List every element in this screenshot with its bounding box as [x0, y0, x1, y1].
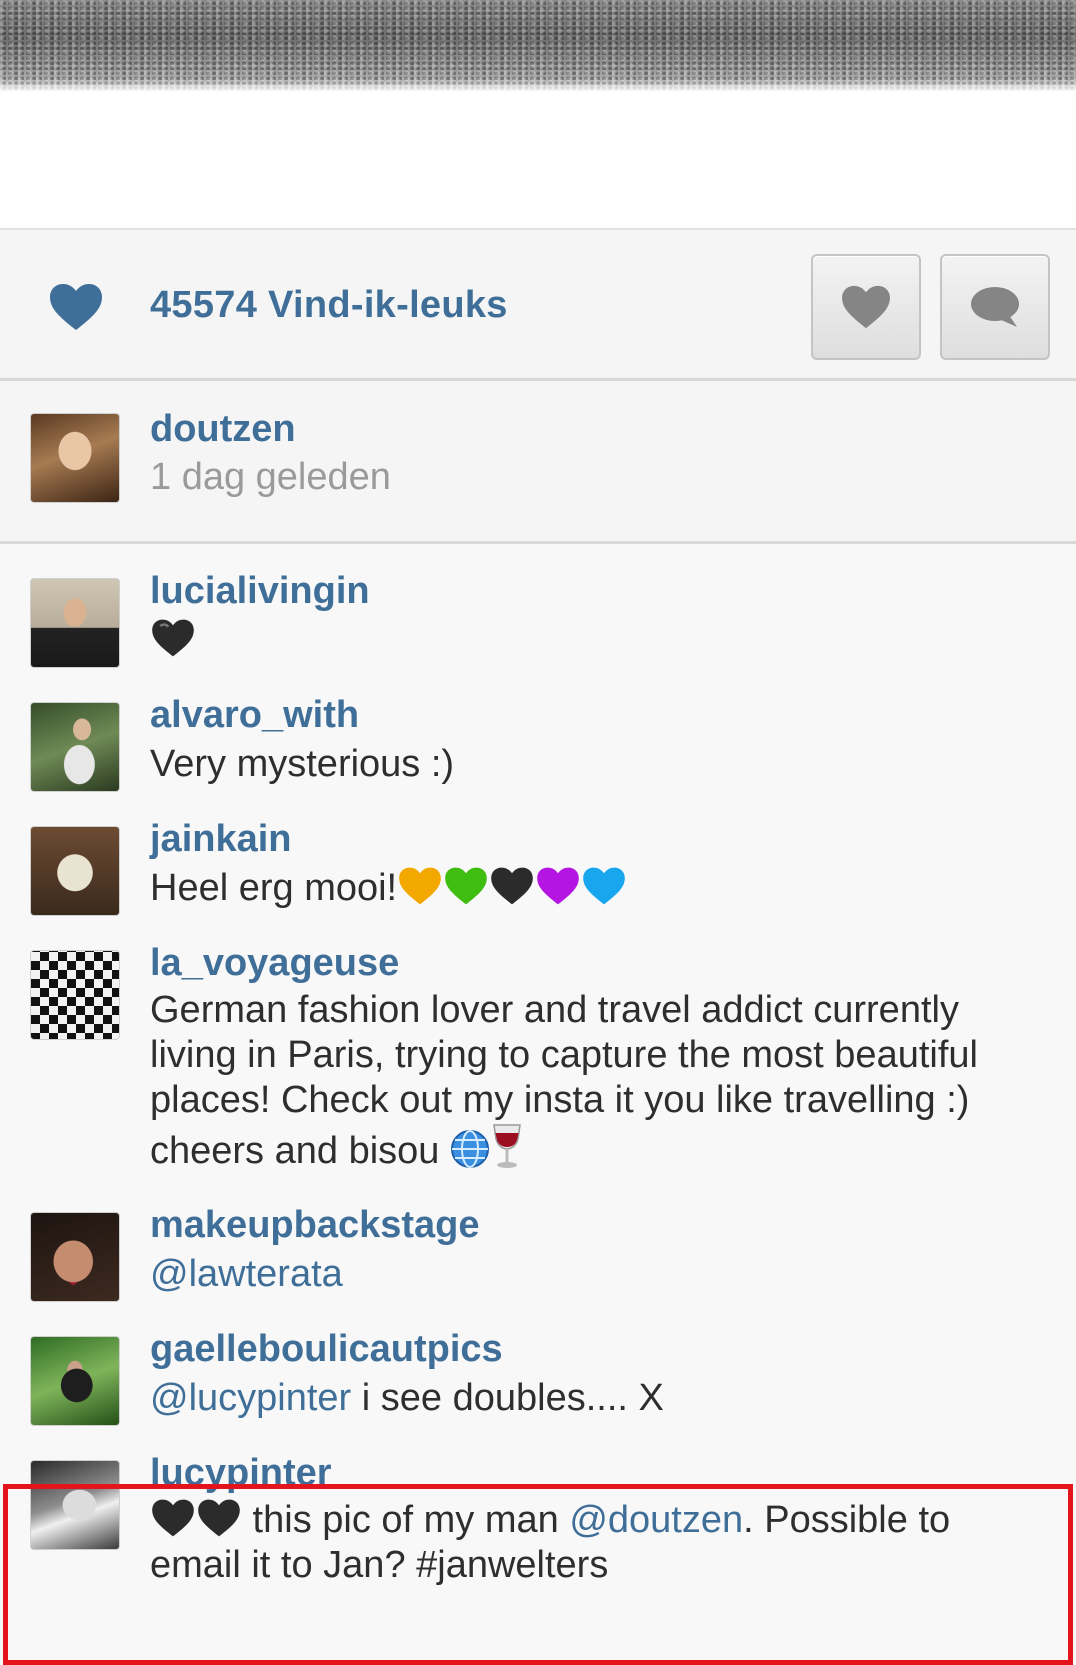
comment-text: Heel erg mooi! [150, 864, 1050, 912]
comment-item: jainkain Heel erg mooi! [0, 792, 1076, 916]
comment-username[interactable]: alvaro_with [150, 692, 359, 738]
comment-item: lucypinter this pic of my man @doutzen. … [0, 1426, 1076, 1665]
mention-link[interactable]: @lucypinter [150, 1377, 351, 1419]
comment-username[interactable]: jainkain [150, 816, 292, 862]
comment-text: @lucypinter i see doubles.... X [150, 1374, 1050, 1422]
comment-username[interactable]: lucypinter [150, 1450, 332, 1496]
comments-list: lucialivingin alvaro_with Very mysteriou… [0, 544, 1076, 1665]
comment-body: German fashion lover and travel addict c… [150, 989, 978, 1172]
comment-text: @lawterata [150, 1250, 1050, 1298]
mention-link[interactable]: @doutzen [569, 1499, 743, 1541]
comment-username[interactable]: lucialivingin [150, 568, 370, 614]
black-heart-icon [152, 619, 194, 657]
likes-count[interactable]: 45574 Vind-ik-leuks [150, 282, 508, 328]
comment-item: alvaro_with Very mysterious :) [0, 668, 1076, 792]
comment-body: this pic of my man [242, 1499, 570, 1541]
comment-item: gaelleboulicautpics @lucypinter i see do… [0, 1302, 1076, 1426]
comment-item: lucialivingin [0, 544, 1076, 668]
heart-icon [50, 284, 102, 330]
avatar[interactable] [30, 826, 120, 916]
black-heart-icon [491, 867, 533, 905]
comment-body: i see doubles.... X [351, 1377, 664, 1419]
blue-heart-icon [583, 867, 625, 905]
yellow-heart-icon [399, 867, 441, 905]
heart-icon [842, 285, 890, 329]
avatar[interactable] [30, 1336, 120, 1426]
comment-text: Very mysterious :) [150, 743, 455, 785]
wine-glass-icon [493, 1124, 521, 1168]
purple-heart-icon [537, 867, 579, 905]
caption-username[interactable]: doutzen [150, 406, 296, 452]
globe-icon [450, 1130, 489, 1168]
caption-header: doutzen 1 dag geleden [0, 381, 1076, 544]
avatar[interactable] [30, 950, 120, 1040]
comment-button[interactable] [940, 254, 1050, 360]
post-timestamp: 1 dag geleden [150, 456, 391, 498]
avatar[interactable] [30, 578, 120, 668]
comment-body: Heel erg mooi! [150, 867, 398, 909]
black-heart-icon [152, 1499, 194, 1537]
likes-bar: 45574 Vind-ik-leuks [0, 228, 1076, 381]
photo-fade [0, 80, 1076, 92]
comment-item: makeupbackstage @lawterata [0, 1178, 1076, 1302]
like-button[interactable] [811, 254, 921, 360]
mention-link[interactable]: @lawterata [150, 1253, 343, 1295]
photo-bottom-space [0, 92, 1076, 228]
avatar[interactable] [30, 1460, 120, 1550]
comment-username[interactable]: la_voyageuse [150, 940, 399, 986]
post-photo[interactable] [0, 0, 1076, 92]
green-heart-icon [445, 867, 487, 905]
avatar[interactable] [30, 1212, 120, 1302]
comment-text: this pic of my man @doutzen. Possible to… [150, 1498, 1050, 1588]
comment-text: German fashion lover and travel addict c… [150, 988, 1050, 1174]
comment-text [150, 616, 1050, 664]
black-heart-icon [198, 1499, 240, 1537]
speech-bubble-icon [971, 287, 1019, 327]
avatar[interactable] [30, 702, 120, 792]
comment-item: la_voyageuse German fashion lover and tr… [0, 916, 1076, 1178]
comment-username[interactable]: makeupbackstage [150, 1202, 480, 1248]
avatar[interactable] [30, 413, 120, 503]
comment-username[interactable]: gaelleboulicautpics [150, 1326, 503, 1372]
